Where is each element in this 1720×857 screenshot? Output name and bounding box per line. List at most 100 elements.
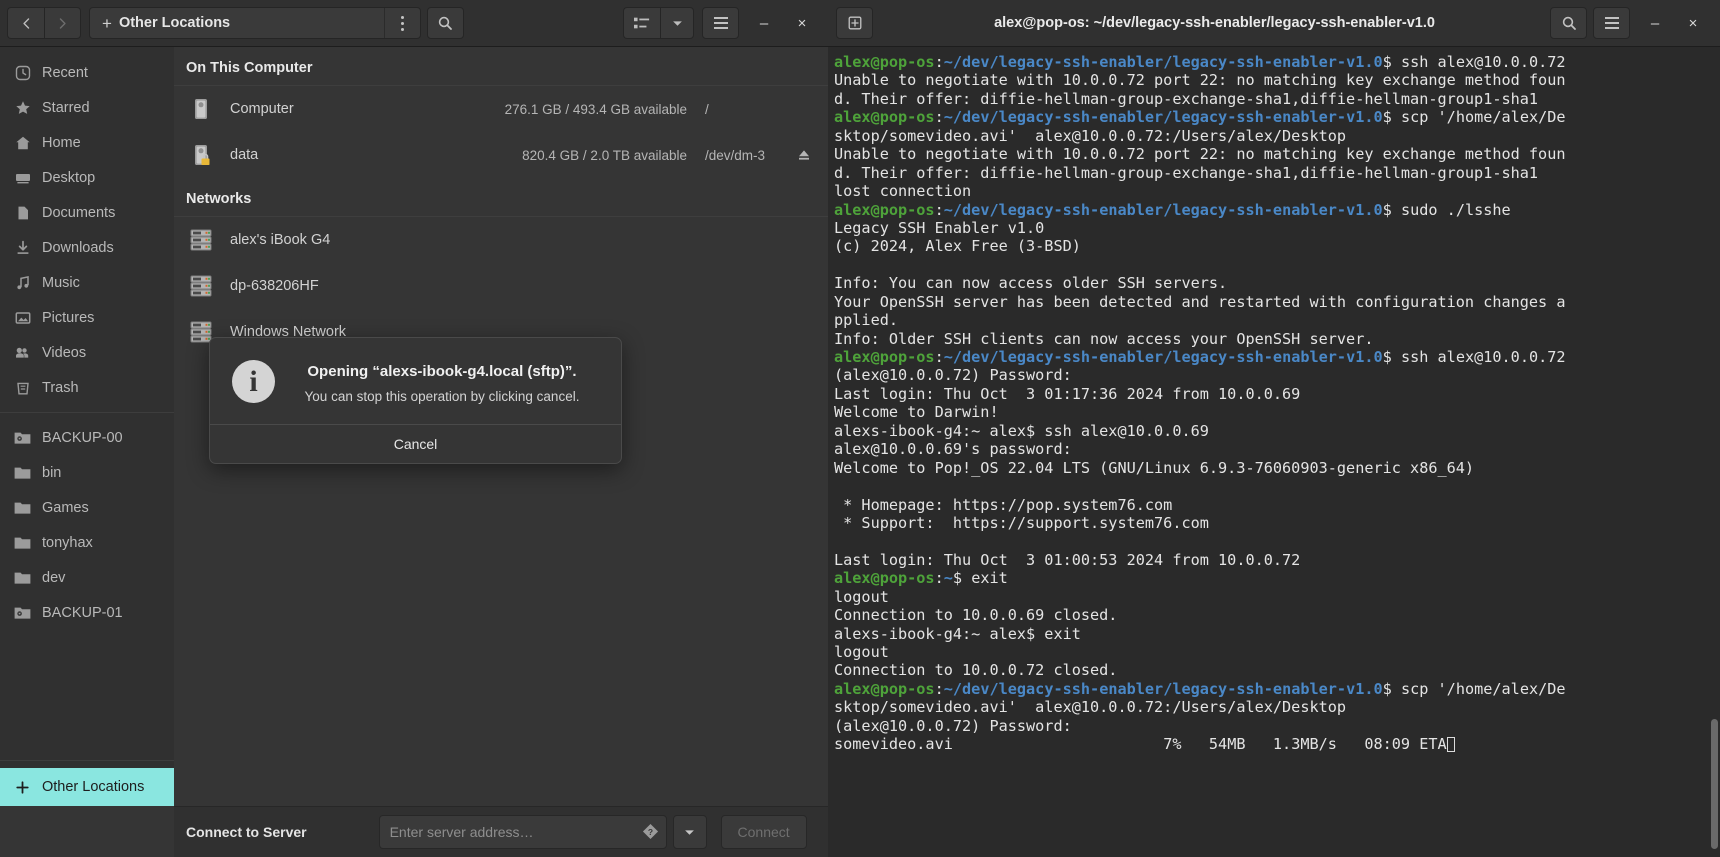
terminal-output-line: * Homepage: https://pop.system76.com — [834, 495, 1173, 514]
prompt-command: ssh alex@10.0.0.72 — [1391, 53, 1566, 71]
terminal-output-line: Legacy SSH Enabler v1.0 — [834, 218, 1045, 237]
sidebar-item-label: Documents — [42, 204, 116, 221]
close-button[interactable]: × — [783, 6, 821, 40]
path-plus-icon: + — [102, 13, 112, 33]
terminal-prompt-line: alex@pop-os:~/dev/legacy-ssh-enabler/leg… — [834, 108, 1720, 126]
eject-button[interactable] — [792, 148, 816, 162]
connect-button[interactable]: Connect — [720, 815, 807, 849]
picture-icon — [14, 309, 31, 326]
prompt-path: ~/dev/legacy-ssh-enabler/legacy-ssh-enab… — [943, 348, 1383, 366]
sidebar-item-home[interactable]: Home — [0, 125, 174, 160]
prompt-colon: : — [934, 569, 944, 588]
dialog-texts: Opening “alexs-ibook-g4.local (sftp)”. Y… — [293, 360, 599, 404]
terminal-scrollbar[interactable] — [1711, 47, 1718, 857]
prompt-colon: : — [934, 679, 944, 698]
sidebar-item-label: Recent — [42, 64, 88, 81]
sidebar-item-recent[interactable]: Recent — [0, 55, 174, 90]
network-name: alex's iBook G4 — [230, 232, 331, 248]
eject-icon — [799, 150, 809, 160]
terminal-cursor — [1446, 737, 1455, 753]
path-options-button[interactable] — [383, 8, 420, 38]
sidebar-item-games[interactable]: Games — [0, 490, 174, 525]
terminal-prompt-line: alex@pop-os:~/dev/legacy-ssh-enabler/leg… — [834, 53, 1720, 71]
terminal-output-line: (c) 2024, Alex Free (3-BSD) — [834, 237, 1081, 256]
terminal-prompt-line: alex@pop-os:~/dev/legacy-ssh-enabler/leg… — [834, 201, 1720, 219]
new-terminal-button[interactable] — [836, 7, 873, 39]
path-bar[interactable]: + Other Locations — [89, 7, 421, 39]
sidebar-item-pictures[interactable]: Pictures — [0, 300, 174, 335]
sidebar-item-trash[interactable]: Trash — [0, 370, 174, 405]
document-icon — [14, 204, 31, 221]
sidebar-bottom: Other Locations — [0, 753, 174, 806]
forward-button[interactable] — [44, 7, 81, 39]
folder-icon — [14, 569, 31, 586]
sidebar-item-videos[interactable]: Videos — [0, 335, 174, 370]
table-row[interactable]: data 820.4 GB / 2.0 TB available /dev/dm… — [174, 132, 828, 178]
view-controls — [623, 7, 694, 39]
help-diamond-icon[interactable]: ? — [642, 823, 659, 840]
terminal-menu-button[interactable] — [1593, 7, 1630, 39]
prompt-colon: : — [934, 108, 944, 127]
table-row[interactable]: Computer 276.1 GB / 493.4 GB available / — [174, 86, 828, 132]
prompt-sigil: $ — [1382, 679, 1392, 698]
prompt-user-host: alex@pop-os — [834, 108, 935, 127]
search-button[interactable] — [426, 7, 464, 39]
sidebar-item-tonyhax[interactable]: tonyhax — [0, 525, 174, 560]
list-item[interactable]: dp-638206HF — [174, 263, 828, 309]
server-address-wrapper: ? — [378, 815, 667, 849]
server-history-dropdown-button[interactable] — [672, 815, 707, 849]
folder-removable-icon — [14, 604, 31, 621]
sidebar-item-starred[interactable]: Starred — [0, 90, 174, 125]
sidebar-divider — [0, 412, 174, 413]
terminal-output-line: Last login: Thu Oct 3 01:17:36 2024 from… — [834, 384, 1301, 403]
connect-button-label: Connect — [737, 824, 790, 840]
terminal-output-line: d. Their offer: diffie-hellman-group-exc… — [834, 89, 1539, 108]
terminal-close-button[interactable]: × — [1674, 6, 1712, 40]
terminal-output[interactable]: alex@pop-os: ~/dev/legacy-ssh-enabler/leg… — [828, 47, 1720, 857]
sidebar-item-dev[interactable]: dev — [0, 560, 174, 595]
sidebar-item-downloads[interactable]: Downloads — [0, 230, 174, 265]
cancel-button-label: Cancel — [393, 436, 438, 452]
terminal-output-line: d. Their offer: diffie-hellman-group-exc… — [834, 163, 1539, 182]
video-camera-icon — [14, 344, 31, 361]
terminal-output-line: Connection to 10.0.0.72 closed. — [834, 661, 1118, 680]
list-view-button[interactable] — [623, 7, 660, 39]
trash-icon — [14, 379, 31, 396]
progress-stats: 7% 54MB 1.3MB/s 08:09 ETA — [1163, 735, 1447, 754]
desktop-icon — [14, 169, 31, 186]
section-header-on-this-computer: On This Computer — [174, 47, 828, 86]
list-item[interactable]: alex's iBook G4 — [174, 217, 828, 263]
terminal-search-button[interactable] — [1550, 7, 1587, 39]
view-dropdown-button[interactable] — [660, 7, 694, 39]
sidebar-item-label: Pictures — [42, 309, 95, 326]
sidebar: Recent Starred Home Desktop Documents Do… — [0, 47, 174, 806]
sidebar-item-backup-00[interactable]: BACKUP-00 — [0, 420, 174, 455]
sidebar-item-label: BACKUP-01 — [42, 604, 123, 621]
terminal-window: alex@pop-os: ~/dev/legacy-ssh-enabler/le… — [828, 0, 1720, 857]
sidebar-item-other-locations[interactable]: Other Locations — [0, 768, 174, 806]
main-menu-button[interactable] — [702, 7, 739, 39]
sidebar-item-label: Other Locations — [42, 779, 145, 795]
drive-name: data — [230, 147, 259, 163]
sidebar-item-bin[interactable]: bin — [0, 455, 174, 490]
terminal-headerbar: alex@pop-os: ~/dev/legacy-ssh-enabler/le… — [828, 0, 1720, 47]
vertical-dots-icon — [400, 15, 404, 31]
back-button[interactable] — [7, 7, 44, 39]
terminal-prompt-line: alex@pop-os:~$ exit — [834, 569, 1720, 587]
server-address-input[interactable] — [378, 815, 667, 849]
minimize-button[interactable]: – — [745, 6, 783, 40]
sidebar-item-backup-01[interactable]: BACKUP-01 — [0, 595, 174, 630]
dialog-title: Opening “alexs-ibook-g4.local (sftp)”. — [307, 363, 577, 380]
prompt-user-host: alex@pop-os — [834, 200, 935, 219]
sidebar-item-documents[interactable]: Documents — [0, 195, 174, 230]
scrollbar-thumb[interactable] — [1711, 719, 1718, 849]
sidebar-item-label: BACKUP-00 — [42, 429, 123, 446]
cancel-button[interactable]: Cancel — [210, 424, 621, 463]
terminal-output-line: alexs-ibook-g4:~ alex$ exit — [834, 624, 1081, 643]
sidebar-item-desktop[interactable]: Desktop — [0, 160, 174, 195]
prompt-path: ~/dev/legacy-ssh-enabler/legacy-ssh-enab… — [943, 53, 1383, 71]
sidebar-item-music[interactable]: Music — [0, 265, 174, 300]
terminal-minimize-button[interactable]: – — [1636, 6, 1674, 40]
